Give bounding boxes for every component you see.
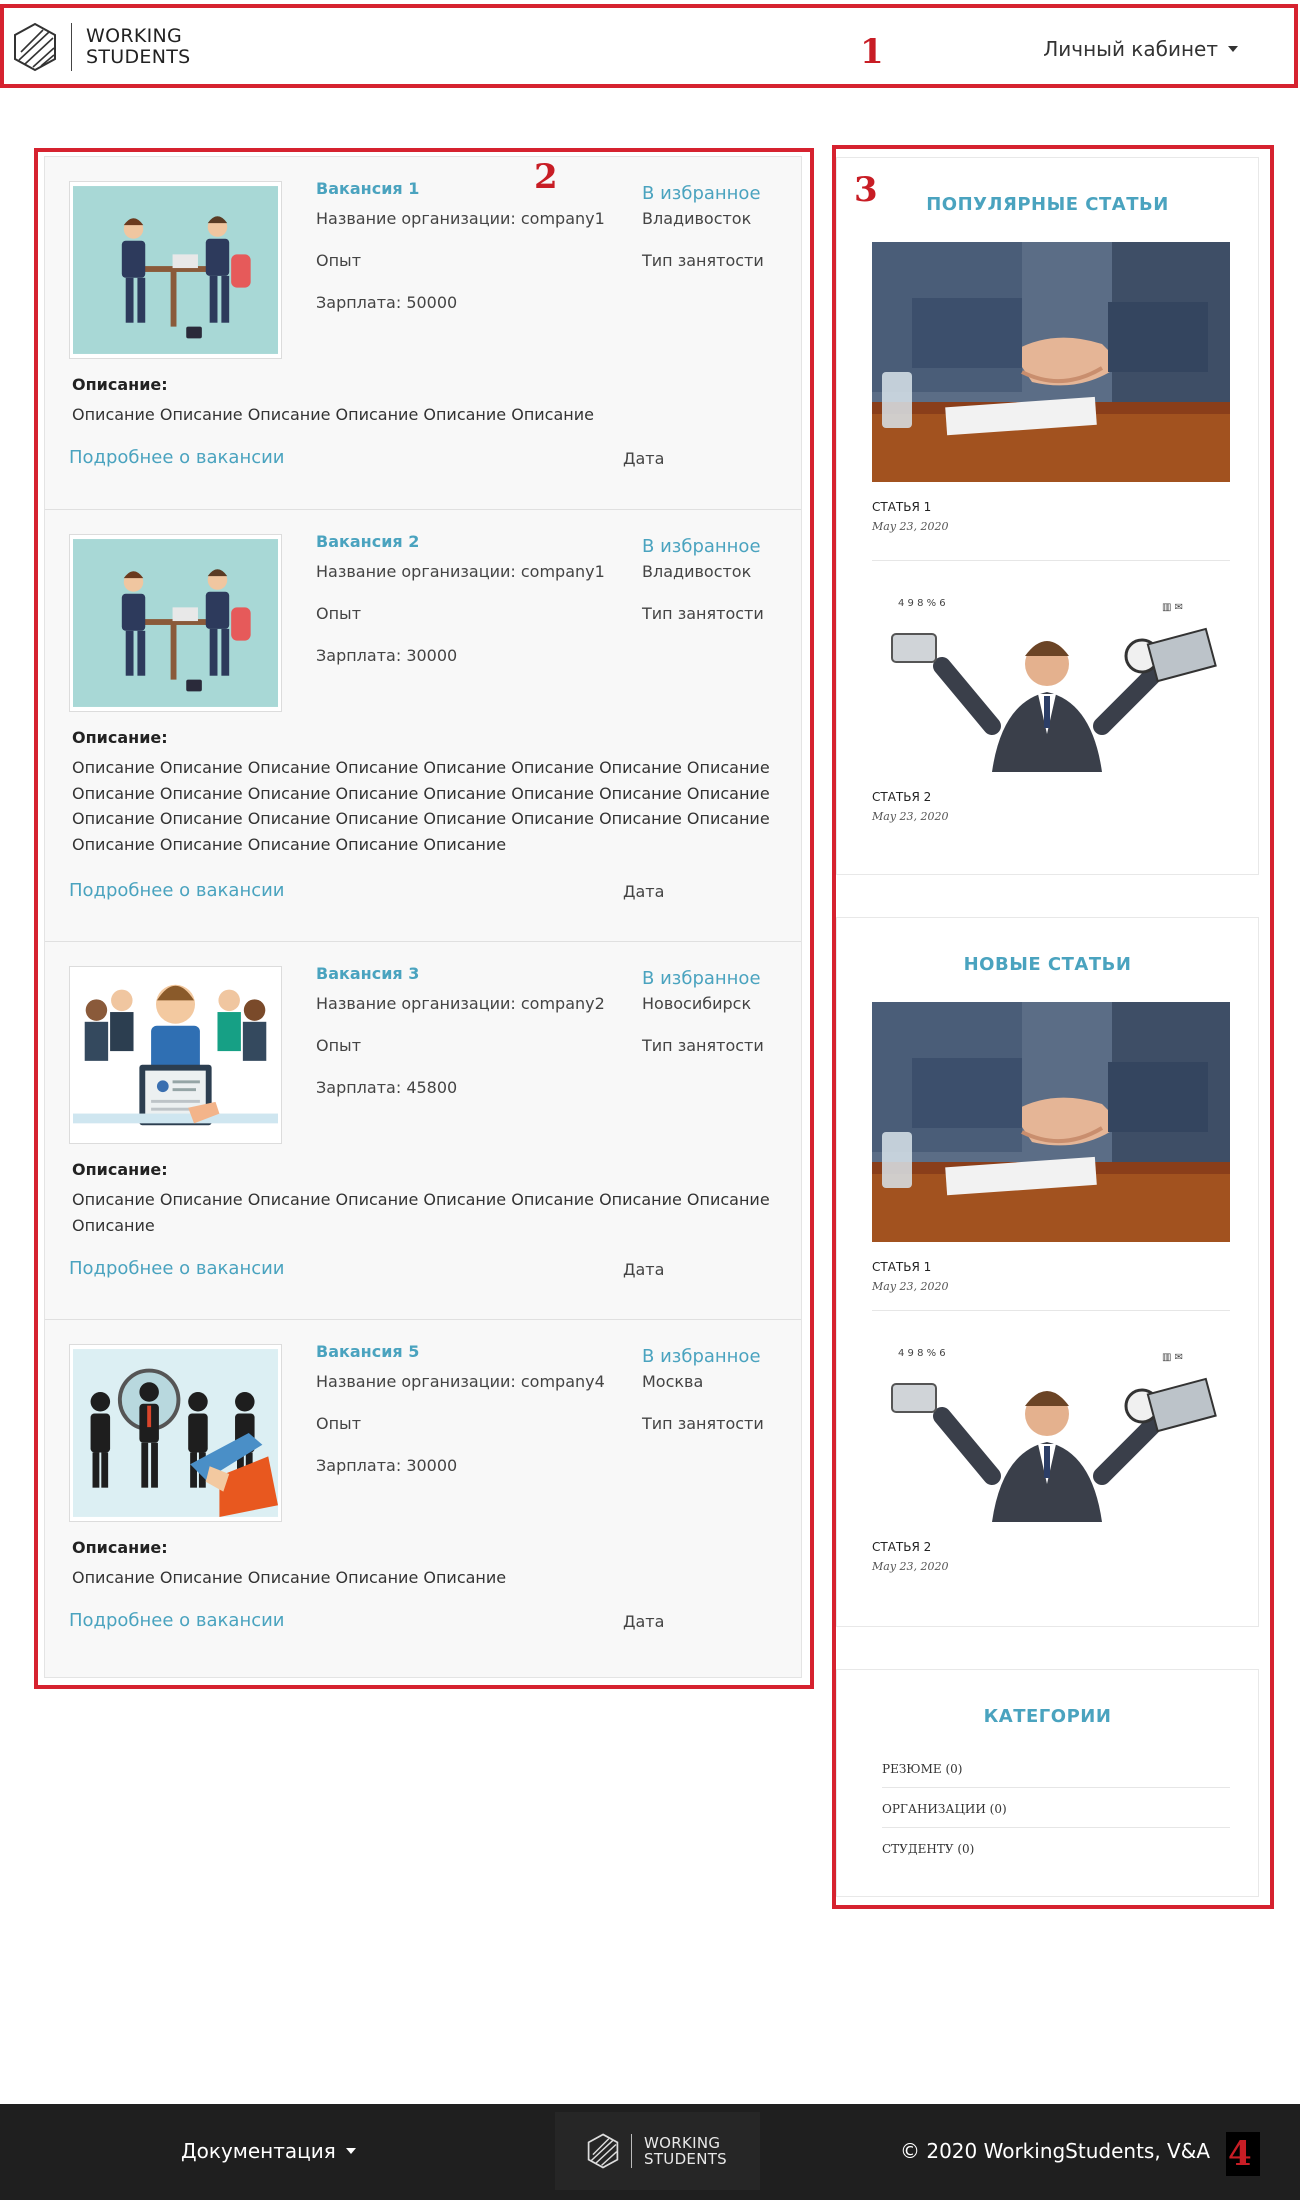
annotation-number: 1 xyxy=(860,32,884,72)
annotation-box-vacancies xyxy=(34,148,814,1689)
documentation-menu-label: Документация xyxy=(181,2139,336,2163)
logo-mark-icon xyxy=(587,2133,619,2169)
footer-brand-logo[interactable]: WORKING STUDENTS xyxy=(555,2112,760,2190)
footer-brand-name: WORKING STUDENTS xyxy=(644,2135,727,2167)
site-footer: Документация WORKING STUDENTS © 2020 Wor… xyxy=(0,2104,1300,2200)
logo-divider xyxy=(631,2134,632,2168)
brand-line-1: WORKING xyxy=(644,2134,721,2152)
annotation-number: 4 xyxy=(1228,2134,1252,2174)
annotation-box-sidebar xyxy=(832,145,1274,1909)
annotation-number: 2 xyxy=(534,157,558,197)
documentation-menu-button[interactable]: Документация xyxy=(181,2139,356,2163)
annotation-box-header xyxy=(0,4,1298,88)
chevron-down-icon xyxy=(345,2148,356,2154)
copyright-text: © 2020 WorkingStudents, V&A xyxy=(900,2139,1211,2163)
annotation-number: 3 xyxy=(854,170,878,210)
brand-line-2: STUDENTS xyxy=(644,2150,727,2168)
